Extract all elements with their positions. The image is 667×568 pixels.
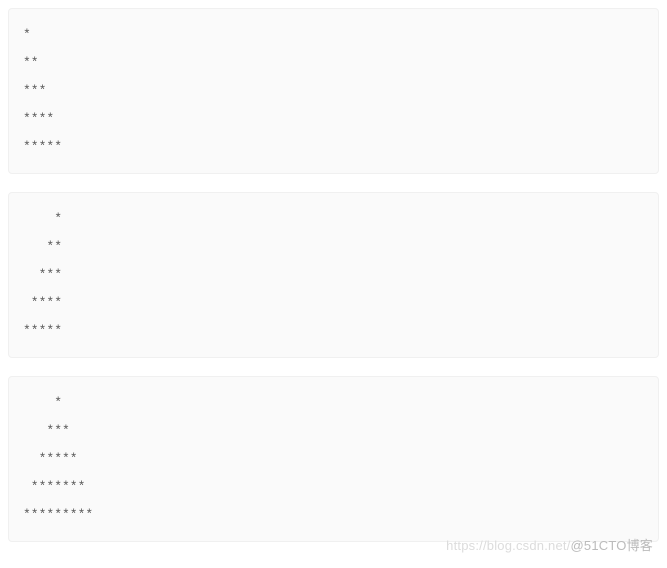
code-block-pyramid: * *** ***** ******* *********: [8, 376, 659, 542]
code-block-left-triangle: * ** *** **** *****: [8, 8, 659, 174]
code-block-right-triangle: * ** *** **** *****: [8, 192, 659, 358]
